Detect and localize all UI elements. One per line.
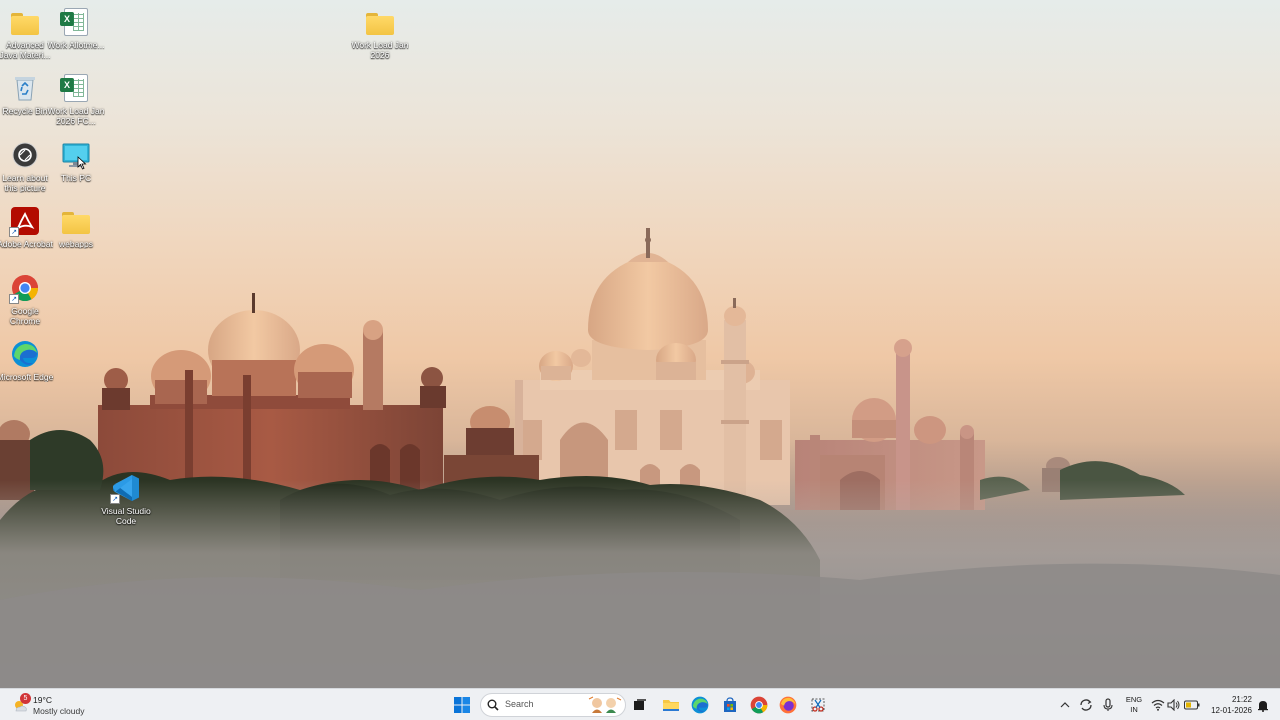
- desktop-icon-microsoft-edge[interactable]: Microsoft Edge: [0, 338, 54, 382]
- microphone-icon: [1103, 698, 1113, 711]
- microphone-tray-button[interactable]: [1100, 697, 1116, 713]
- mouse-cursor-icon: [77, 156, 87, 170]
- start-button[interactable]: [450, 693, 474, 717]
- edge-icon: [9, 338, 41, 370]
- notifications-button[interactable]: [1255, 697, 1271, 713]
- show-hidden-icons-button[interactable]: [1057, 697, 1073, 713]
- taskbar: 5 19°C Mostly cloudy Search ENG IN 21:22…: [0, 688, 1280, 720]
- desktop-icon-work-load-jan-2026-folder[interactable]: Work Load Jan 2026: [351, 6, 409, 60]
- chrome-icon: [750, 696, 768, 714]
- edge-icon: [691, 696, 709, 714]
- folder-icon: [364, 6, 396, 38]
- chrome-taskbar-button[interactable]: [747, 693, 771, 717]
- folder-icon: [663, 700, 679, 711]
- language-code: ENG: [1125, 695, 1143, 704]
- desktop-icon-label: This PC: [60, 173, 92, 183]
- desktop-icon-label: webapps: [58, 239, 94, 249]
- speaker-icon: [1167, 699, 1180, 711]
- desktop-icon-label: Adobe Acrobat: [0, 239, 53, 249]
- desktop-icon-label: Recycle Bin: [2, 106, 48, 116]
- taj-mahal-scene: [0, 228, 1280, 688]
- bell-icon: [1258, 700, 1268, 712]
- weather-alert-badge: 5: [20, 693, 31, 704]
- desktop-icon-learn-about-picture[interactable]: Learn about this picture: [0, 139, 52, 193]
- chrome-icon: ↗: [9, 272, 41, 304]
- desktop-icon-label: Visual Studio Code: [101, 506, 151, 526]
- windows-logo-icon: [454, 697, 470, 713]
- task-view-button[interactable]: [628, 693, 652, 717]
- store-icon: [724, 697, 736, 712]
- clock-date: 12-01-2026: [1211, 706, 1252, 715]
- snipping-tool-taskbar-button[interactable]: [806, 693, 830, 717]
- camera-icon: [9, 139, 41, 171]
- clock-time: 21:22: [1231, 695, 1252, 704]
- weather-temperature: 19°C: [33, 695, 52, 705]
- chevron-up-icon: [1060, 702, 1070, 708]
- desktop-icon-this-pc[interactable]: This PC: [49, 139, 103, 183]
- desktop-wallpaper: [0, 0, 1280, 688]
- region-code: IN: [1130, 705, 1138, 714]
- tray-sync-button[interactable]: [1078, 697, 1094, 713]
- desktop-icon-label: Work Load Jan 2026: [351, 40, 409, 60]
- battery-tray-button[interactable]: [1184, 697, 1200, 713]
- volume-tray-button[interactable]: [1166, 697, 1182, 713]
- wifi-icon: [1151, 699, 1165, 711]
- desktop-icon-adobe-acrobat[interactable]: ↗ Adobe Acrobat: [0, 205, 53, 249]
- vscode-icon: ↗: [110, 472, 142, 504]
- desktop-icon-work-load-fc-xlsx[interactable]: X Work Load Jan 2026 FC...: [47, 72, 105, 126]
- folder-icon: [9, 6, 41, 38]
- desktop-icon-work-allotment-xlsx[interactable]: X Work Allotme...: [47, 6, 105, 50]
- snipping-tool-icon: [811, 698, 825, 712]
- desktop-icon-google-chrome[interactable]: ↗ Google Chrome: [0, 272, 52, 326]
- recycle-bin-icon: [9, 72, 41, 104]
- excel-file-icon: X: [60, 72, 92, 104]
- input-language-indicator[interactable]: ENG IN: [1124, 695, 1144, 715]
- wifi-tray-button[interactable]: [1150, 697, 1166, 713]
- desktop-icon-label: Google Chrome: [9, 306, 41, 326]
- monitor-icon: [60, 139, 92, 171]
- desktop-icon-label: Work Allotme...: [47, 40, 105, 50]
- search-icon: [487, 699, 499, 711]
- acrobat-icon: ↗: [9, 205, 41, 237]
- firefox-taskbar-button[interactable]: [776, 693, 800, 717]
- sync-icon: [1080, 699, 1092, 711]
- excel-file-icon: X: [60, 6, 92, 38]
- folder-icon: [60, 205, 92, 237]
- desktop-icon-recycle-bin[interactable]: Recycle Bin: [0, 72, 52, 116]
- weather-widget[interactable]: 5 19°C Mostly cloudy: [10, 692, 120, 718]
- weather-condition: Mostly cloudy: [33, 706, 85, 716]
- task-view-icon: [634, 699, 646, 710]
- file-explorer-button[interactable]: [659, 693, 683, 717]
- edge-taskbar-button[interactable]: [688, 693, 712, 717]
- taskbar-search-box[interactable]: Search: [480, 693, 626, 717]
- desktop-icon-label: Learn about this picture: [2, 173, 48, 193]
- taskbar-clock[interactable]: 21:22 12-01-2026: [1206, 694, 1252, 716]
- desktop-icon-visual-studio-code[interactable]: ↗ Visual Studio Code: [99, 472, 153, 526]
- desktop-icon-advanced-java-folder[interactable]: Advanced Java Materi...: [0, 6, 52, 60]
- desktop-icon-label: Work Load Jan 2026 FC...: [47, 106, 105, 126]
- desktop-icon-webapps-folder[interactable]: webapps: [49, 205, 103, 249]
- desktop-icon-label: Microsoft Edge: [0, 372, 54, 382]
- desktop-icon-label: Advanced Java Materi...: [0, 40, 51, 60]
- microsoft-store-button[interactable]: [718, 693, 742, 717]
- battery-icon: [1184, 700, 1200, 710]
- search-placeholder: Search: [505, 699, 534, 709]
- search-highlight-art-icon: [588, 696, 622, 713]
- firefox-icon: [779, 696, 797, 714]
